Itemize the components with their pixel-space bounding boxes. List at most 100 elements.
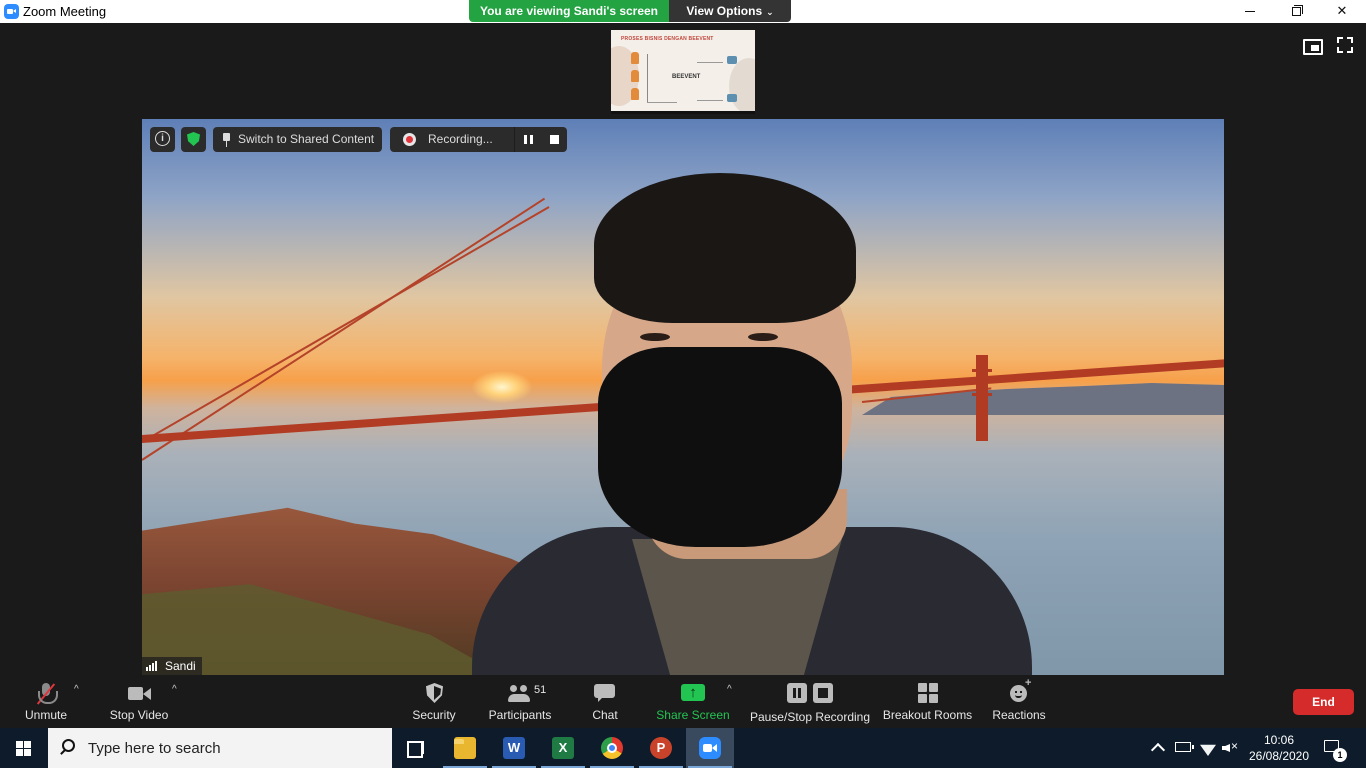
background-sun [472, 371, 532, 403]
person-eye [640, 333, 670, 341]
signal-strength-icon [146, 661, 160, 671]
chat-bubble-icon [593, 683, 617, 703]
figure-icon [631, 52, 639, 64]
word-icon: W [503, 737, 525, 759]
file-explorer-button[interactable] [441, 728, 489, 768]
battery-icon[interactable] [1175, 742, 1194, 752]
viewing-banner: You are viewing Sandi's screen View Opti… [469, 0, 791, 22]
wifi-icon[interactable] [1200, 740, 1216, 756]
stop-video-button[interactable]: Stop Video [100, 676, 178, 728]
participant-name: Sandi [165, 659, 196, 673]
thumbnail-line [647, 54, 648, 102]
participants-label: Participants [488, 708, 552, 722]
unmute-label: Unmute [24, 708, 68, 722]
notification-count-badge: 1 [1333, 748, 1347, 762]
excel-button[interactable]: X [539, 728, 587, 768]
thumbnail-center-label: BEEVENT [672, 74, 701, 80]
breakout-rooms-button[interactable]: Breakout Rooms [880, 676, 975, 728]
minimize-icon [1245, 11, 1255, 13]
share-screen-button[interactable]: Share Screen [654, 676, 732, 728]
person-eye [748, 333, 778, 341]
taskbar-clock[interactable]: 10:06 26/08/2020 [1244, 732, 1314, 764]
person-hair [594, 173, 856, 323]
switch-to-shared-content-label: Switch to Shared Content [238, 132, 375, 146]
thumbnail-line [647, 102, 677, 103]
stop-recording-icon[interactable] [550, 135, 559, 144]
chevron-down-icon: ⌄ [766, 7, 774, 17]
powerpoint-button[interactable]: P [637, 728, 685, 768]
recording-dot-icon [403, 133, 416, 146]
unmute-button[interactable]: Unmute [14, 676, 78, 728]
share-screen-icon [681, 683, 705, 703]
chrome-icon [601, 737, 623, 759]
participant-video[interactable] [142, 119, 1224, 675]
fullscreen-icon[interactable] [1336, 36, 1354, 54]
zoom-app-icon [4, 4, 19, 19]
share-options-caret-icon[interactable]: ^ [727, 684, 732, 695]
show-hidden-icons-chevron-icon[interactable] [1150, 740, 1166, 756]
breakout-rooms-grid-icon [916, 683, 940, 703]
restore-button[interactable] [1273, 0, 1319, 23]
chat-label: Chat [592, 708, 618, 722]
microphone-muted-icon [34, 683, 58, 705]
chrome-button[interactable] [588, 728, 636, 768]
person-mask [598, 347, 842, 547]
device-icon [727, 94, 737, 102]
video-options-caret-icon[interactable]: ^ [172, 684, 177, 695]
participants-icon [508, 683, 532, 703]
bridge-tower [972, 355, 992, 441]
windows-start-icon[interactable] [16, 741, 32, 756]
meeting-toolbar: Unmute ^ Stop Video ^ Security Participa… [0, 676, 1366, 728]
participants-button[interactable]: Participants [480, 676, 560, 728]
close-button[interactable]: ✕ [1319, 0, 1365, 23]
end-meeting-button[interactable]: End [1293, 689, 1354, 715]
recording-indicator: Recording... [390, 127, 567, 152]
device-icon [727, 56, 737, 64]
thumbnail-title: PROSES BISNIS DENGAN BEEVENT [621, 36, 714, 42]
viewing-status: You are viewing Sandi's screen [469, 0, 669, 22]
powerpoint-icon: P [650, 737, 672, 759]
layout-view-icon[interactable] [1302, 36, 1323, 55]
figure-icon [631, 88, 639, 100]
thumbnail-line [697, 62, 723, 63]
encryption-shield-icon[interactable] [181, 127, 206, 152]
recording-label: Recording... [428, 132, 493, 146]
breakout-rooms-label: Breakout Rooms [882, 708, 973, 722]
zoom-icon [699, 737, 721, 759]
task-view-button[interactable] [392, 728, 440, 768]
search-input[interactable] [88, 737, 378, 759]
minimize-button[interactable] [1227, 0, 1273, 23]
security-label: Security [412, 708, 456, 722]
meeting-info-icon[interactable] [150, 127, 175, 152]
pause-stop-recording-label: Pause/Stop Recording [749, 710, 871, 724]
shared-screen-thumbnail[interactable]: PROSES BISNIS DENGAN BEEVENT BEEVENT [611, 30, 755, 114]
pause-stop-recording-button[interactable]: Pause/Stop Recording [748, 676, 872, 728]
audio-options-caret-icon[interactable]: ^ [74, 684, 79, 695]
reactions-label: Reactions [992, 708, 1046, 722]
excel-icon: X [552, 737, 574, 759]
volume-muted-icon[interactable] [1222, 739, 1240, 755]
thumbnail-decoration [729, 58, 755, 111]
thumbnail-line [697, 100, 723, 101]
window-title: Zoom Meeting [23, 4, 107, 19]
windows-taskbar: W X P 10:06 26/08/2020 1 [0, 728, 1366, 768]
divider [514, 127, 515, 152]
participants-count: 51 [534, 684, 547, 696]
pin-icon [222, 133, 231, 147]
view-options-button[interactable]: View Options ⌄ [669, 0, 791, 22]
figure-icon [631, 70, 639, 82]
zoom-taskbar-button[interactable] [686, 728, 734, 768]
reactions-smiley-icon [1007, 677, 1031, 703]
taskbar-search[interactable] [48, 728, 392, 768]
word-button[interactable]: W [490, 728, 538, 768]
participant-name-tag: Sandi [142, 657, 202, 675]
reactions-button[interactable]: Reactions [988, 676, 1050, 728]
share-screen-label: Share Screen [656, 708, 730, 722]
security-button[interactable]: Security [404, 676, 464, 728]
pause-recording-icon[interactable] [524, 135, 533, 144]
search-icon [62, 739, 75, 752]
stop-video-label: Stop Video [109, 708, 169, 722]
chat-button[interactable]: Chat [580, 676, 630, 728]
switch-to-shared-content-button[interactable]: Switch to Shared Content [213, 127, 382, 152]
clock-time: 10:06 [1263, 733, 1295, 747]
